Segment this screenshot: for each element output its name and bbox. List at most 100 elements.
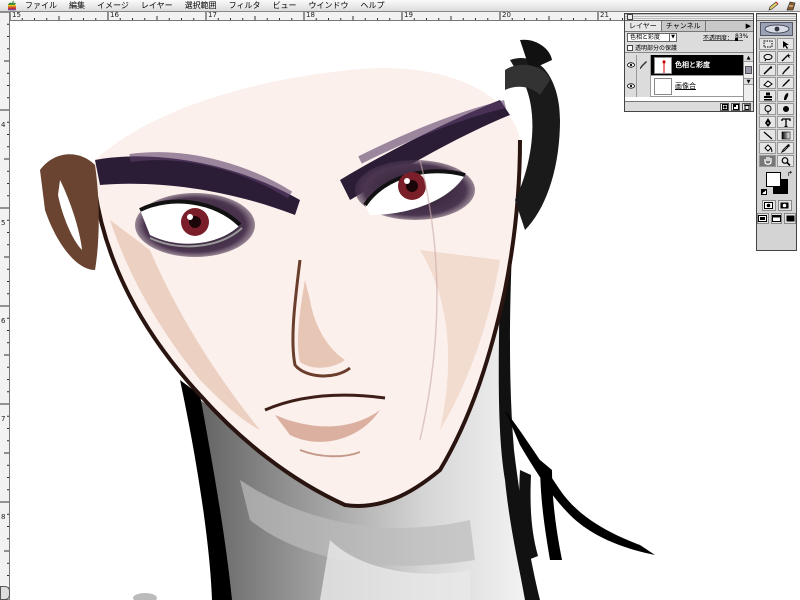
foreground-color-swatch[interactable] [766, 172, 781, 187]
ruler-number: 5 [1, 219, 6, 227]
palette-menu-arrow-icon[interactable]: ▶ [746, 22, 751, 30]
menu-window[interactable]: ウインドウ [302, 0, 354, 12]
pencil-status-icon[interactable] [764, 1, 782, 12]
layers-palette: レイヤー チャンネル ▶ 色相と彩度 ▼ 不透明度： 83% 透明部分の保護 色… [624, 13, 754, 112]
menu-image[interactable]: イメージ [91, 0, 135, 12]
quick-mask-icon[interactable] [777, 200, 792, 211]
ruler-number: 17 [208, 12, 217, 19]
new-layer-icon[interactable] [731, 102, 740, 111]
application-menu-icon[interactable] [782, 1, 800, 12]
ruler-number: 6 [1, 317, 6, 325]
preserve-transparency[interactable]: 透明部分の保護 [625, 43, 753, 53]
lasso-icon[interactable] [759, 51, 776, 63]
tab-layers[interactable]: レイヤー [625, 21, 662, 31]
paint-bucket-icon[interactable] [759, 142, 776, 154]
layers-scrollbar[interactable]: ▲ ▼ [744, 55, 753, 101]
default-colors-icon[interactable] [761, 189, 767, 195]
layers-palette-footer [625, 101, 753, 111]
full-screen-icon[interactable] [784, 213, 797, 224]
vertical-ruler-ticks [0, 12, 9, 600]
pencil-icon[interactable] [777, 77, 794, 89]
menu-filter[interactable]: フィルタ [223, 0, 267, 12]
zoom-icon[interactable] [777, 155, 794, 167]
layer-row[interactable]: 画像合 [625, 75, 743, 97]
layers-palette-tabs: レイヤー チャンネル ▶ [625, 21, 753, 32]
menu-help[interactable]: ヘルプ [354, 0, 390, 12]
chevron-down-icon: ▼ [669, 34, 676, 41]
tab-channels[interactable]: チャンネル [662, 21, 706, 31]
menu-layer[interactable]: レイヤー [135, 0, 179, 12]
horizontal-ruler: 15 16 17 18 19 20 21 [10, 12, 625, 21]
menu-select[interactable]: 選択範囲 [179, 0, 223, 12]
color-selection: ↱ [759, 170, 794, 198]
layer-row[interactable]: 色相と彩度 [625, 54, 743, 76]
apple-menu-icon[interactable] [5, 0, 19, 11]
ruler-number: 21 [600, 12, 609, 19]
scroll-down-icon[interactable]: ▼ [744, 78, 753, 85]
layer-mask-icon[interactable] [720, 102, 729, 111]
menu-bar: ファイル 編集 イメージ レイヤー 選択範囲 フィルタ ビュー ウインドウ ヘル… [0, 0, 800, 12]
blend-mode-value: 色相と彩度 [630, 34, 661, 41]
eye-icon[interactable] [625, 54, 637, 76]
opacity-slider[interactable] [703, 38, 743, 41]
ruler-number: 7 [1, 415, 6, 423]
layer-thumbnail [654, 77, 672, 95]
line-icon[interactable] [759, 129, 776, 141]
window-collapse-tab[interactable] [0, 586, 10, 600]
horizontal-ruler-ticks [10, 12, 623, 20]
scroll-up-icon[interactable]: ▲ [744, 55, 753, 62]
eye-icon[interactable] [625, 75, 637, 97]
burn-icon[interactable] [777, 103, 794, 115]
pen-icon[interactable] [759, 116, 776, 128]
eraser-icon[interactable] [759, 77, 776, 89]
layer-link-cell[interactable] [637, 75, 651, 97]
type-icon[interactable] [777, 116, 794, 128]
scroll-thumb[interactable] [745, 66, 752, 74]
screen-mode-row [757, 213, 797, 224]
standard-screen-icon[interactable] [757, 213, 769, 224]
layer-name: 色相と彩度 [675, 61, 710, 69]
ruler-number: 15 [12, 12, 21, 19]
adjustment-layer-thumbnail [654, 56, 672, 74]
layers-palette-titlebar[interactable] [625, 14, 753, 21]
preserve-transparency-checkbox[interactable] [627, 44, 633, 51]
tool-grid [757, 37, 796, 168]
airbrush-icon[interactable] [759, 64, 776, 76]
ruler-number: 8 [1, 513, 6, 521]
magic-wand-icon[interactable] [777, 51, 794, 63]
ruler-number: 4 [1, 121, 6, 129]
layer-name: 画像合 [675, 82, 696, 90]
opacity-slider-thumb[interactable] [734, 38, 738, 41]
menu-view[interactable]: ビュー [266, 0, 302, 12]
standard-mode-icon[interactable] [761, 200, 776, 211]
tools-palette-titlebar[interactable] [757, 14, 796, 21]
ruler-number: 18 [306, 12, 315, 19]
ruler-number: 20 [502, 12, 511, 19]
rubber-stamp-icon[interactable] [759, 90, 776, 102]
preserve-transparency-label: 透明部分の保護 [635, 45, 678, 52]
ruler-number: 19 [404, 12, 413, 19]
mask-mode-row [757, 200, 796, 211]
smudge-icon[interactable] [777, 90, 794, 102]
hand-icon[interactable] [759, 155, 776, 167]
paintbrush-icon[interactable] [777, 64, 794, 76]
gradient-icon[interactable] [777, 129, 794, 141]
close-box-icon[interactable] [627, 14, 633, 20]
photoshop-eye-icon[interactable] [760, 22, 793, 36]
tools-palette: ↱ [756, 13, 797, 251]
paintbrush-icon[interactable] [637, 54, 651, 76]
menu-file[interactable]: ファイル [19, 0, 63, 12]
blend-mode-select[interactable]: 色相と彩度 ▼ [627, 33, 677, 42]
menu-edit[interactable]: 編集 [63, 0, 91, 12]
full-screen-menu-icon[interactable] [770, 213, 783, 224]
swap-colors-icon[interactable]: ↱ [787, 170, 793, 178]
ruler-number: 16 [110, 12, 119, 19]
dodge-icon[interactable] [759, 103, 776, 115]
layer-controls: 色相と彩度 ▼ 不透明度： 83% [625, 32, 753, 43]
vertical-ruler: 4 5 6 7 8 [0, 12, 10, 600]
eyedropper-icon[interactable] [777, 142, 794, 154]
marquee-icon[interactable] [759, 38, 776, 50]
layer-list: 色相と彩度 画像合 [625, 54, 744, 101]
move-icon[interactable] [777, 38, 794, 50]
trash-icon[interactable] [742, 102, 751, 111]
